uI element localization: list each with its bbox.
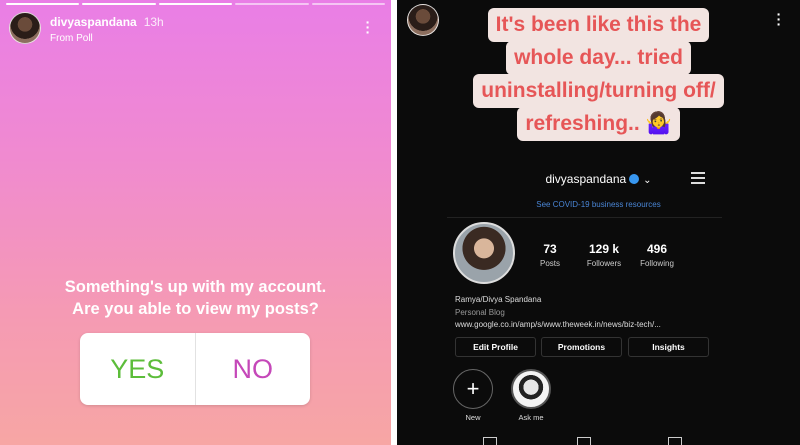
progress-segment bbox=[82, 3, 156, 5]
story-header: divyaspandana 13h From Poll bbox=[9, 12, 164, 44]
story-subtitle: From Poll bbox=[50, 32, 93, 44]
poll-no-button[interactable]: NO bbox=[196, 333, 311, 405]
poll-yes-button[interactable]: YES bbox=[80, 333, 195, 405]
edit-profile-button[interactable]: Edit Profile bbox=[455, 337, 536, 357]
story-right: · · · It's been like this the whole day...… bbox=[397, 0, 800, 445]
stat-followers[interactable]: 129 k Followers bbox=[580, 242, 628, 268]
stat-value: 496 bbox=[646, 242, 668, 256]
avatar[interactable] bbox=[9, 12, 41, 44]
covid-resources-link[interactable]: See COVID-19 business resources bbox=[397, 200, 800, 209]
promotions-button[interactable]: Promotions bbox=[541, 337, 622, 357]
stat-value: 73 bbox=[543, 242, 557, 256]
highlight-label: Ask me bbox=[518, 413, 544, 422]
poll-widget: YES NO bbox=[80, 333, 310, 405]
caption-line: refreshing.. 🤷‍♀️ bbox=[517, 107, 680, 141]
tv-icon[interactable] bbox=[577, 437, 591, 445]
story-time: 13h bbox=[143, 14, 164, 29]
caption-line: It's been like this the bbox=[487, 8, 710, 42]
header-divider bbox=[447, 217, 722, 218]
profile-link[interactable]: www.google.co.in/amp/s/www.theweek.in/ne… bbox=[455, 320, 661, 329]
stat-label: Followers bbox=[586, 259, 622, 268]
profile-name: Ramya/Divya Spandana bbox=[455, 295, 542, 304]
grid-icon[interactable] bbox=[483, 437, 497, 445]
stat-posts[interactable]: 73 Posts bbox=[526, 242, 574, 268]
caption-line: whole day... tried bbox=[506, 41, 691, 75]
progress-segment bbox=[158, 3, 233, 5]
progress-segment bbox=[311, 3, 386, 5]
stat-following[interactable]: 496 Following bbox=[633, 242, 681, 268]
menu-icon[interactable] bbox=[691, 172, 705, 187]
highlight-label: New bbox=[465, 413, 481, 422]
story-username[interactable]: divyaspandana bbox=[50, 15, 137, 29]
profile-username-header[interactable]: divyaspandana ⌄ bbox=[397, 172, 800, 186]
poll-question-line: Something's up with my account. bbox=[64, 278, 327, 296]
highlight-ask-me[interactable] bbox=[511, 369, 551, 409]
insights-button[interactable]: Insights bbox=[628, 337, 709, 357]
profile-picture[interactable] bbox=[453, 222, 515, 284]
caption-line: uninstalling/turning off/ bbox=[473, 74, 724, 108]
poll-question: Something's up with my account. Are you … bbox=[0, 276, 391, 320]
chevron-down-icon: ⌄ bbox=[643, 175, 652, 186]
story-meta: divyaspandana 13h From Poll bbox=[50, 13, 164, 44]
poll-question-line: Are you able to view my posts? bbox=[72, 300, 319, 318]
more-options-icon[interactable]: · · · bbox=[364, 15, 372, 39]
story-progress bbox=[6, 3, 386, 5]
profile-username: divyaspandana bbox=[545, 172, 627, 186]
progress-segment bbox=[235, 3, 309, 5]
story-left: divyaspandana 13h From Poll · · · Something… bbox=[0, 0, 391, 445]
new-highlight-button[interactable]: + bbox=[453, 369, 493, 409]
verified-icon bbox=[629, 174, 640, 184]
profile-category: Personal Blog bbox=[455, 308, 505, 317]
stat-label: Following bbox=[640, 259, 674, 268]
tagged-icon[interactable] bbox=[668, 437, 682, 445]
stat-label: Posts bbox=[539, 259, 560, 268]
stat-value: 129 k bbox=[588, 242, 620, 256]
progress-segment bbox=[6, 3, 80, 5]
story-caption: It's been like this the whole day... tri… bbox=[397, 8, 800, 141]
plus-icon: + bbox=[466, 376, 480, 401]
